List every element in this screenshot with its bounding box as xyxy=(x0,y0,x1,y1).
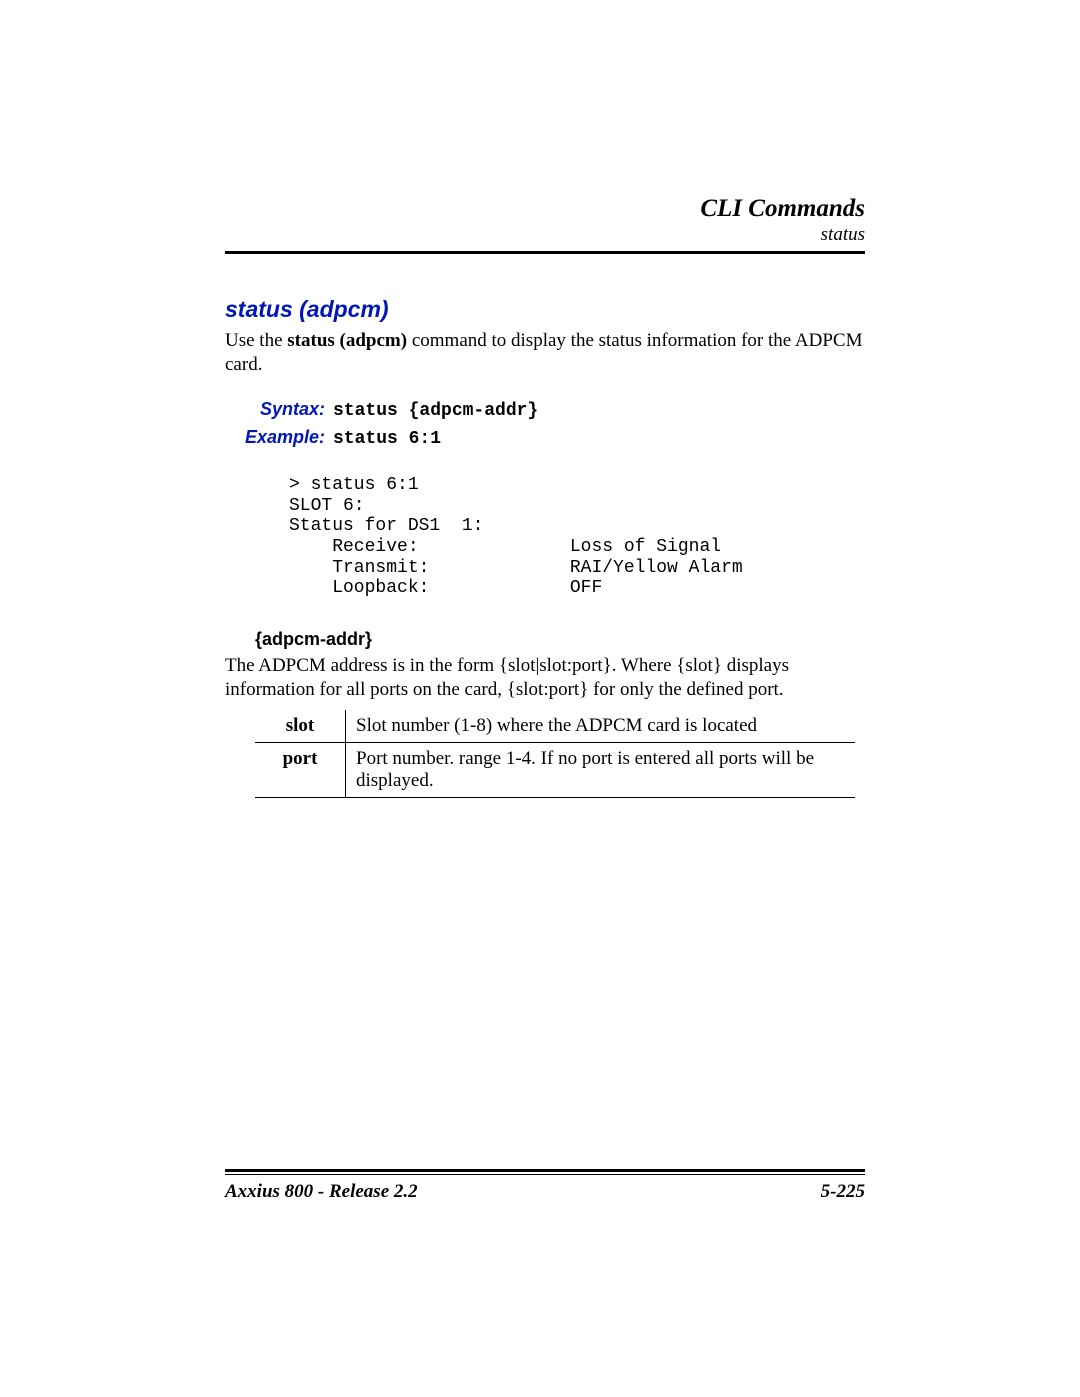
table-row: port Port number. range 1-4. If no port … xyxy=(255,742,855,797)
command-heading: status (adpcm) xyxy=(225,296,865,323)
footer-right: 5-225 xyxy=(821,1181,865,1203)
param-name: slot xyxy=(255,710,346,743)
section-tag: status xyxy=(225,225,865,246)
footer-rule-thick xyxy=(225,1169,865,1172)
syntax-row: Syntax: status {adpcm-addr} xyxy=(245,399,865,421)
header-rule xyxy=(225,251,865,254)
syntax-example-block: Syntax: status {adpcm-addr} Example: sta… xyxy=(245,399,865,449)
example-value: status 6:1 xyxy=(333,429,441,449)
example-label: Example: xyxy=(245,427,325,448)
footer-rule-thin xyxy=(225,1174,865,1175)
table-row: slot Slot number (1-8) where the ADPCM c… xyxy=(255,710,855,743)
page-content: CLI Commands status status (adpcm) Use t… xyxy=(225,195,865,798)
running-header: CLI Commands status xyxy=(225,195,865,245)
intro-bold: status (adpcm) xyxy=(287,330,407,351)
footer-row: Axxius 800 - Release 2.2 5-225 xyxy=(225,1181,865,1203)
syntax-label: Syntax: xyxy=(245,399,325,420)
param-desc: Slot number (1-8) where the ADPCM card i… xyxy=(346,710,856,743)
param-name: port xyxy=(255,742,346,797)
param-heading: {adpcm-addr} xyxy=(255,629,865,650)
chapter-title: CLI Commands xyxy=(225,195,865,223)
syntax-value: status {adpcm-addr} xyxy=(333,401,538,421)
intro-pre: Use the xyxy=(225,330,287,351)
param-desc: Port number. range 1-4. If no port is en… xyxy=(346,742,856,797)
command-intro: Use the status (adpcm) command to displa… xyxy=(225,329,865,377)
footer-left: Axxius 800 - Release 2.2 xyxy=(225,1181,418,1203)
page-footer: Axxius 800 - Release 2.2 5-225 xyxy=(225,1163,865,1203)
example-row: Example: status 6:1 xyxy=(245,427,865,449)
param-description: The ADPCM address is in the form {slot|s… xyxy=(225,654,865,702)
param-table: slot Slot number (1-8) where the ADPCM c… xyxy=(255,710,855,798)
terminal-output: > status 6:1 SLOT 6: Status for DS1 1: R… xyxy=(289,475,865,599)
